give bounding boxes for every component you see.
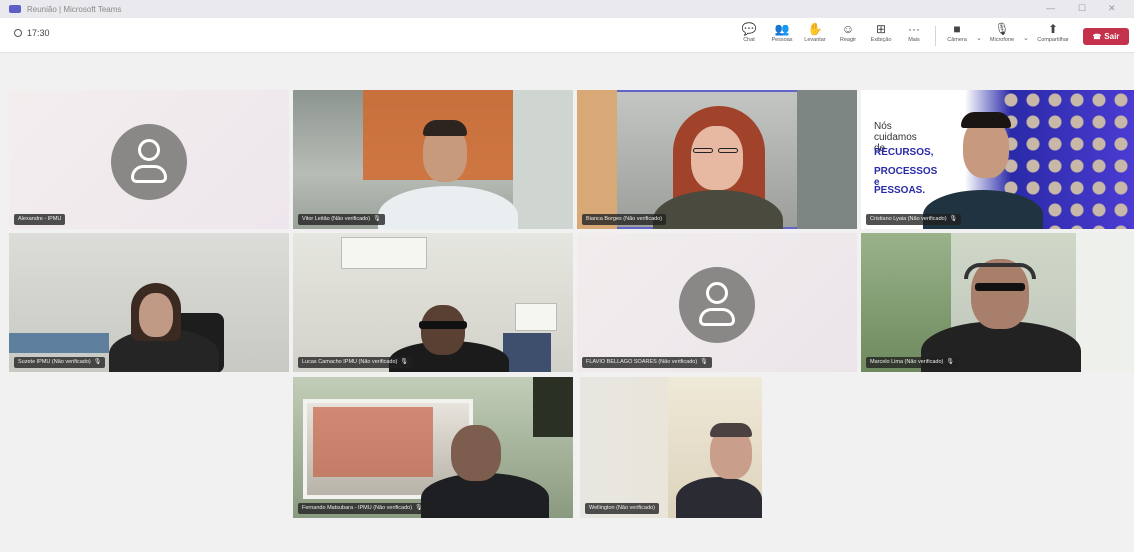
microphone-button[interactable]: 🎙 Microfone	[987, 22, 1017, 50]
participant-tile[interactable]: Wellington (Não verificado)	[580, 377, 762, 518]
participant-tile[interactable]: FLAVIO BELLAGO SOARES (Não verificado) 🎙	[577, 233, 857, 372]
maximize-icon[interactable]: ☐	[1078, 3, 1086, 14]
microphone-options-chevron-icon[interactable]: ⌄	[1023, 34, 1029, 42]
participant-tile[interactable]: Vitor Leitão (Não verificado) 🎙	[293, 90, 573, 229]
banner-text-line4: PESSOAS.	[874, 185, 926, 196]
meeting-toolbar: 17:30 💬 Chat 👥 Pessoas ✋ Levantar ☺ Reag…	[0, 18, 1134, 53]
leave-button[interactable]: ☎ Sair	[1083, 28, 1129, 45]
camera-options-chevron-icon[interactable]: ⌄	[976, 34, 982, 42]
close-icon[interactable]: ✕	[1108, 3, 1116, 14]
participant-tile[interactable]: Cristiano Lyaia (Não verificado) 🎙	[861, 90, 1134, 229]
view-icon: ⊞	[875, 22, 887, 36]
title-bar: Reunião | Microsoft Teams — ☐ ✕	[0, 0, 1134, 18]
mic-icon: 🎙	[946, 359, 954, 365]
mic-icon: 🎙	[415, 505, 423, 511]
participant-name: Alexandre - IPMU	[14, 214, 66, 225]
participant-video	[676, 477, 762, 518]
teams-app-icon	[9, 5, 21, 13]
mic-icon: 🎙	[700, 359, 708, 365]
participant-tile[interactable]: Marcelo Lima (Não verificado) 🎙	[861, 233, 1134, 372]
participant-name: Vitor Leitão (Não verificado) 🎙	[298, 214, 385, 225]
participant-tile[interactable]: Lucas Camacho IPMU (Não verificado) 🎙	[293, 233, 573, 372]
window-title: Reunião | Microsoft Teams	[27, 4, 122, 14]
mic-icon: 🎙	[93, 359, 102, 365]
camera-icon: ■	[953, 22, 961, 36]
raise-hand-icon: ✋	[807, 22, 823, 36]
participant-name: Wellington (Não verificado)	[585, 503, 659, 514]
share-icon: ⬆	[1047, 22, 1059, 36]
person-body-icon	[699, 308, 735, 326]
chat-icon: 💬	[741, 22, 757, 36]
more-button[interactable]: ··· Mais	[899, 22, 929, 50]
avatar	[679, 267, 755, 343]
more-icon: ···	[908, 22, 920, 36]
person-head-icon	[706, 282, 728, 304]
share-button[interactable]: ⬆ Compartilhar	[1037, 22, 1068, 50]
headset-icon	[964, 263, 1036, 279]
person-body-icon	[131, 165, 167, 183]
meeting-timer: 17:30	[14, 28, 50, 38]
participant-tile[interactable]: Suzete IPMU (Não verificado) 🎙	[9, 233, 289, 372]
participant-tile[interactable]: Alexandre - IPMU	[9, 90, 289, 229]
participant-tile-active-speaker[interactable]: Bianca Borges (Não verificado)	[577, 90, 857, 229]
people-button[interactable]: 👥 Pessoas	[767, 22, 797, 50]
mic-icon: 🎙	[949, 216, 958, 222]
participant-video	[378, 186, 518, 229]
participant-name: FLAVIO BELLAGO SOARES (Não verificado) 🎙	[582, 357, 712, 368]
participant-name: Bianca Borges (Não verificado)	[582, 214, 667, 225]
chat-button[interactable]: 💬 Chat	[734, 22, 764, 50]
participant-name: Fernando Matsubara - IPMU (Não verificad…	[298, 503, 427, 514]
person-head-icon	[138, 139, 160, 161]
react-icon: ☺	[841, 22, 855, 36]
clock-icon	[14, 29, 22, 37]
minimize-icon[interactable]: —	[1046, 3, 1055, 13]
participant-tile[interactable]: Fernando Matsubara - IPMU (Não verificad…	[293, 377, 573, 518]
participant-name: Cristiano Lyaia (Não verificado) 🎙	[866, 214, 962, 225]
banner-text-line2: RECURSOS,	[874, 147, 934, 158]
participant-name: Suzete IPMU (Não verificado) 🎙	[14, 357, 106, 368]
camera-button[interactable]: ■ Câmera	[942, 22, 972, 50]
avatar	[111, 124, 187, 200]
air-conditioner	[341, 237, 427, 269]
participant-name: Marcelo Lima (Não verificado) 🎙	[866, 357, 958, 368]
toolbar-divider	[935, 26, 936, 46]
people-icon: 👥	[774, 22, 790, 36]
react-button[interactable]: ☺ Reagir	[833, 22, 863, 50]
mic-icon: 🎙	[400, 359, 408, 365]
phone-hangup-icon: ☎	[1092, 33, 1102, 41]
timer-text: 17:30	[27, 28, 50, 38]
participant-name: Lucas Camacho IPMU (Não verificado) 🎙	[298, 357, 412, 368]
microphone-icon: 🎙	[994, 22, 1010, 36]
view-button[interactable]: ⊞ Exibição	[866, 22, 896, 50]
raise-hand-button[interactable]: ✋ Levantar	[800, 22, 830, 50]
mic-icon: 🎙	[373, 216, 381, 222]
